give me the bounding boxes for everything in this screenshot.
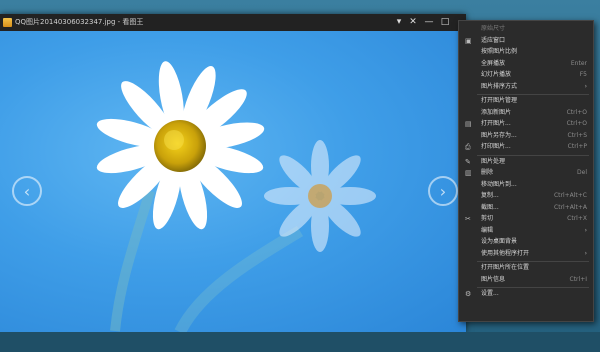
trash-icon: ▥ (465, 169, 472, 177)
menu-item-shortcut: Ctrl+Alt+A (554, 203, 587, 211)
menu-separator (477, 154, 589, 156)
title-bar[interactable]: QQ图片20140306032347.jpg - 看图王 ▾ ✕ — □ (0, 14, 466, 31)
chevron-right-icon: › (584, 226, 587, 234)
menu-item[interactable]: 全屏播放 Enter (459, 59, 593, 69)
menu-item[interactable]: 幻灯片播放 F5 (459, 70, 593, 80)
dropdown-button[interactable]: ▾ (392, 14, 406, 31)
menu-item-shortcut: Enter (570, 59, 587, 67)
cut-icon: ✂ (465, 215, 471, 223)
menu-item-label: 按照图片比例 (481, 48, 518, 55)
next-image-arrow-icon[interactable]: › (428, 176, 458, 206)
gear-icon: ⚙ (465, 290, 472, 298)
menu-item-shortcut: Ctrl+X (567, 215, 587, 222)
menu-item-label: 移动图片到... (481, 180, 517, 188)
menu-item[interactable]: 原始尺寸 (459, 24, 593, 34)
window-title: QQ图片20140306032347.jpg - 看图王 (15, 18, 144, 26)
menu-item-label: 编辑 (481, 226, 494, 234)
minimize-button[interactable]: — (422, 14, 436, 31)
chevron-right-icon: › (584, 249, 587, 257)
menu-item[interactable]: ▣ 适应窗口 (459, 36, 593, 46)
menu-item[interactable]: 图片另存为... Ctrl+S (459, 131, 593, 141)
fit-icon: ▣ (465, 36, 472, 45)
menu-item[interactable]: 使用其他程序打开 › (459, 249, 593, 259)
menu-item-label: 设置... (481, 290, 499, 297)
menu-item-label: 剪切 (481, 215, 494, 222)
menu-item-shortcut: Ctrl+O (566, 120, 587, 127)
menu-item-label: 删除 (481, 169, 494, 176)
menu-item-label: 幻灯片播放 (481, 71, 512, 78)
menu-item-shortcut: F5 (579, 71, 587, 78)
menu-item[interactable]: ▤ 打开图片... Ctrl+O (459, 119, 593, 129)
menu-item[interactable]: 打开图片所在位置 (459, 263, 593, 273)
menu-item-shortcut: Del (577, 169, 587, 176)
menu-item-label: 打印图片... (481, 143, 511, 150)
image-viewer-window: QQ图片20140306032347.jpg - 看图王 ▾ ✕ — □ ‹ › (0, 14, 466, 332)
edit-icon: ✎ (465, 157, 471, 166)
menu-item[interactable]: ▥ 删除 Del (459, 168, 593, 178)
image-canvas[interactable]: ‹ › (0, 31, 466, 332)
menu-item-shortcut: Ctrl+Alt+C (553, 192, 587, 199)
app-icon (3, 18, 12, 27)
close-icon[interactable]: ✕ (406, 14, 420, 31)
taskbar (0, 332, 600, 352)
context-menu: 原始尺寸 ▣ 适应窗口按照图片比例 全屏播放 Enter 幻灯片播放 F5 图片排序方式 › 打开… (458, 20, 594, 322)
daisy-photo (96, 61, 376, 332)
menu-item-label: 使用其他程序打开 (481, 249, 530, 257)
menu-item[interactable]: 设为桌面背景 (459, 237, 593, 247)
menu-item[interactable]: ⚙ 设置... (459, 289, 593, 299)
menu-item[interactable]: 复制... Ctrl+Alt+C (459, 191, 593, 201)
menu-item[interactable]: 添加新图片 Ctrl+O (459, 108, 593, 118)
menu-item-label: 添加新图片 (481, 108, 512, 116)
menu-item-label: 设为桌面背景 (481, 238, 518, 245)
menu-separator (477, 261, 589, 262)
menu-item-label: 图片排序方式 (481, 82, 518, 90)
previous-image-arrow-icon[interactable]: ‹ (12, 176, 42, 206)
menu-item-label: 打开图片所在位置 (481, 264, 530, 271)
menu-item-label: 截图... (481, 203, 499, 211)
menu-item[interactable]: 图片排序方式 › (459, 82, 593, 92)
menu-item-label: 适应窗口 (481, 36, 506, 44)
menu-item-shortcut: Ctrl+P (567, 143, 587, 150)
menu-item-shortcut: Ctrl+I (569, 275, 587, 283)
menu-item[interactable]: ✎ 图片处理 (459, 157, 593, 167)
menu-separator (477, 287, 589, 288)
folder-icon: ▤ (465, 120, 472, 128)
menu-item-label: 图片处理 (481, 157, 506, 165)
menu-item[interactable]: 移动图片到... (459, 180, 593, 190)
maximize-button[interactable]: □ (438, 14, 452, 31)
chevron-right-icon: › (584, 82, 587, 90)
menu-item-label: 复制... (481, 192, 499, 199)
menu-item[interactable]: ⎙ 打印图片... Ctrl+P (459, 142, 593, 152)
menu-item-label: 图片信息 (481, 275, 506, 283)
menu-item-label: 图片另存为... (481, 131, 517, 139)
menu-item-label: 原始尺寸 (481, 25, 506, 32)
menu-item[interactable]: 编辑 › (459, 226, 593, 236)
menu-item-label: 打开图片... (481, 120, 511, 127)
menu-item[interactable]: 截图... Ctrl+Alt+A (459, 203, 593, 213)
menu-item[interactable]: ✂ 剪切 Ctrl+X (459, 214, 593, 224)
menu-item[interactable]: 图片信息 Ctrl+I (459, 275, 593, 285)
printer-icon: ⎙ (465, 143, 471, 151)
menu-item-shortcut: Ctrl+O (566, 108, 587, 116)
menu-item-shortcut: Ctrl+S (567, 131, 587, 139)
menu-item[interactable]: 按照图片比例 (459, 47, 593, 57)
menu-separator (477, 94, 589, 95)
menu-item-label: 打开图片管理 (481, 97, 518, 104)
menu-item-label: 全屏播放 (481, 59, 506, 67)
menu-item[interactable]: 打开图片管理 (459, 96, 593, 106)
